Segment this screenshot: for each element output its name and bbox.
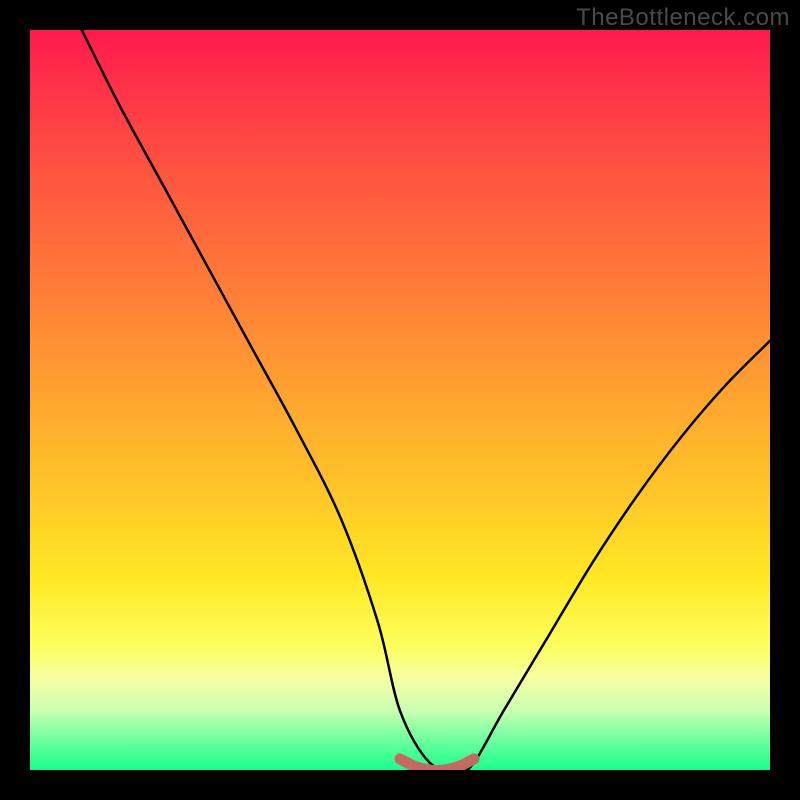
chart-frame: TheBottleneck.com (0, 0, 800, 800)
watermark-text: TheBottleneck.com (576, 4, 790, 32)
bottleneck-curve-path (82, 30, 770, 770)
chart-svg (30, 30, 770, 770)
bottleneck-flat-marker-path (400, 759, 474, 770)
plot-area (30, 30, 770, 770)
